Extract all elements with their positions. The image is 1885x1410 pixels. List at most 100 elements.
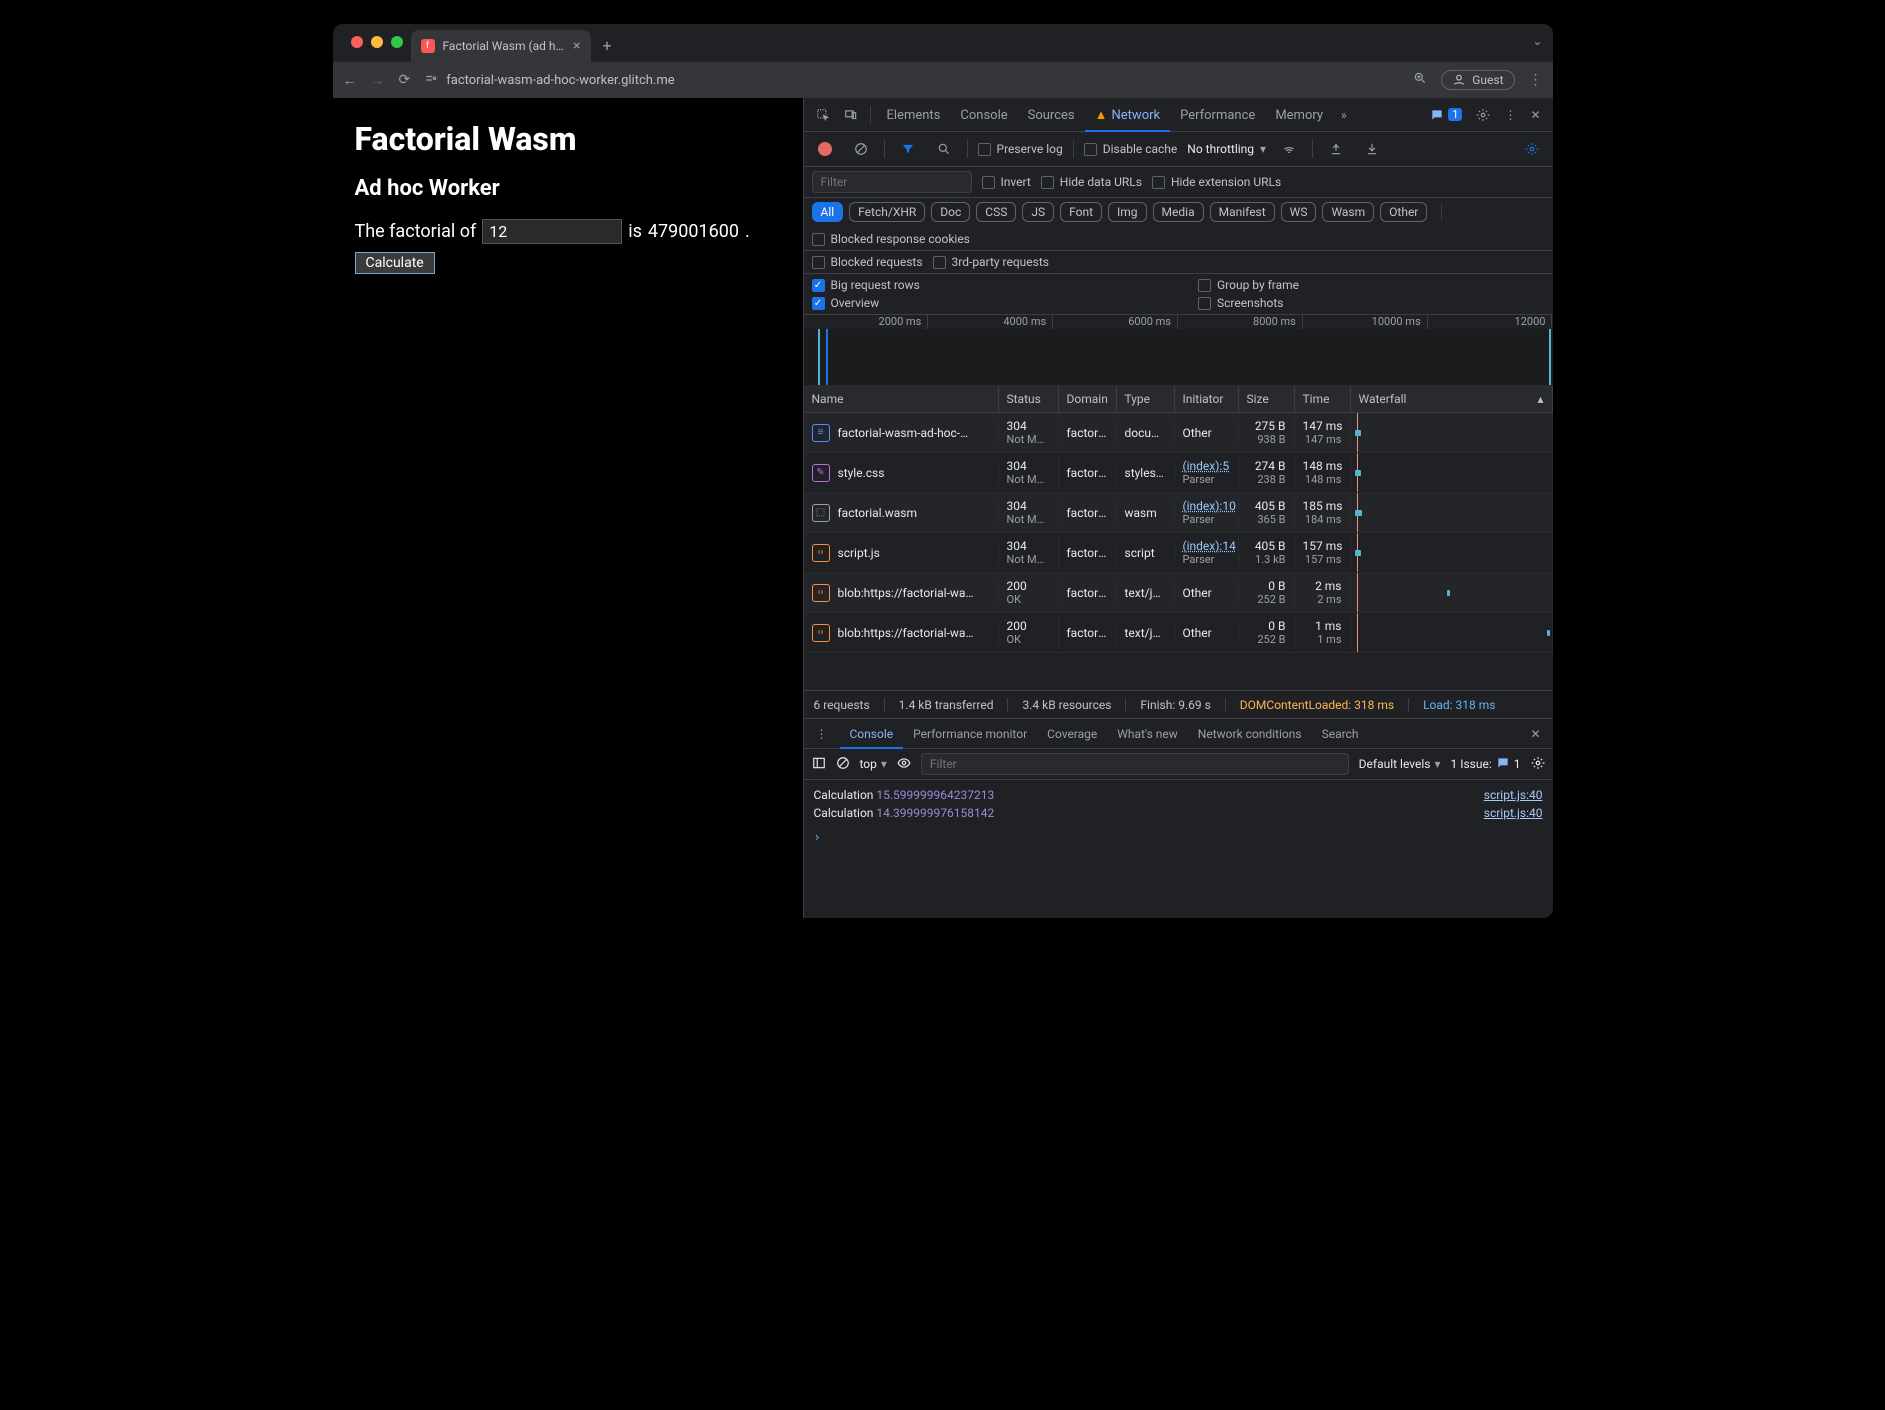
blocked-requests-checkbox[interactable]: Blocked requests	[812, 255, 923, 269]
type-chip-wasm[interactable]: Wasm	[1322, 202, 1374, 222]
type-chip-font[interactable]: Font	[1060, 202, 1102, 222]
close-devtools-icon[interactable]: ✕	[1524, 102, 1546, 128]
console-prompt[interactable]: ›	[804, 828, 1553, 846]
type-chip-manifest[interactable]: Manifest	[1210, 202, 1275, 222]
drawer-menu-icon[interactable]: ⋮	[810, 721, 834, 747]
more-tabs-icon[interactable]: »	[1335, 102, 1353, 128]
issues-link[interactable]: 1 Issue: 1	[1450, 756, 1520, 773]
clear-console-icon[interactable]	[836, 756, 850, 773]
preserve-log-checkbox[interactable]: Preserve log	[978, 142, 1063, 156]
devtools-tab-elements[interactable]: Elements	[877, 101, 951, 130]
browser-tab[interactable]: f Factorial Wasm (ad hoc Work… ×	[411, 30, 591, 62]
overview-checkbox[interactable]: Overview	[812, 296, 1159, 310]
device-toggle-icon[interactable]	[838, 102, 864, 128]
reload-button[interactable]: ⟳	[399, 72, 411, 88]
network-filter-input[interactable]	[812, 171, 972, 193]
settings-icon[interactable]	[1470, 102, 1496, 128]
forward-button[interactable]: →	[371, 72, 385, 89]
profile-button[interactable]: Guest	[1441, 70, 1514, 90]
drawer-tab-performance-monitor[interactable]: Performance monitor	[903, 721, 1037, 747]
table-row[interactable]: ⬚factorial.wasm304Not M…factori…wasm(ind…	[804, 493, 1553, 533]
log-levels-dropdown[interactable]: Default levels▾	[1359, 757, 1441, 771]
back-button[interactable]: ←	[343, 72, 357, 89]
status-domcontentloaded: DOMContentLoaded: 318 ms	[1240, 698, 1409, 712]
third-party-checkbox[interactable]: 3rd-party requests	[933, 255, 1049, 269]
devtools-tab-performance[interactable]: Performance	[1170, 101, 1265, 130]
new-tab-button[interactable]: +	[591, 24, 624, 67]
zoom-icon[interactable]	[1413, 71, 1427, 89]
drawer-tabs: ⋮ ConsolePerformance monitorCoverageWhat…	[804, 719, 1553, 749]
drawer-tab-network-conditions[interactable]: Network conditions	[1188, 721, 1312, 747]
devtools-menu-icon[interactable]: ⋮	[1498, 102, 1522, 128]
hide-data-urls-checkbox[interactable]: Hide data URLs	[1041, 175, 1142, 189]
network-overview[interactable]: 2000 ms4000 ms6000 ms8000 ms10000 ms1200…	[804, 315, 1553, 385]
site-info-icon[interactable]	[424, 73, 438, 87]
network-conditions-icon[interactable]	[1276, 136, 1302, 162]
column-header-status[interactable]: Status	[999, 386, 1059, 412]
group-frame-checkbox[interactable]: Group by frame	[1198, 278, 1545, 292]
network-type-filters-2: Blocked requests 3rd-party requests	[804, 251, 1553, 274]
maximize-window-icon[interactable]	[391, 36, 403, 48]
issues-button[interactable]: 1	[1424, 102, 1468, 128]
hide-extension-urls-checkbox[interactable]: Hide extension URLs	[1152, 175, 1281, 189]
tabs-dropdown-icon[interactable]: ⌄	[1522, 24, 1552, 58]
console-filter-input[interactable]	[921, 753, 1349, 775]
type-chip-fetchxhr[interactable]: Fetch/XHR	[849, 202, 925, 222]
devtools-tab-sources[interactable]: Sources	[1018, 101, 1085, 130]
devtools-tab-network[interactable]: ▲Network	[1085, 101, 1170, 132]
browser-menu-icon[interactable]: ⋮	[1529, 72, 1543, 88]
type-chip-all[interactable]: All	[812, 202, 844, 222]
export-har-icon[interactable]	[1359, 136, 1385, 162]
type-chip-other[interactable]: Other	[1380, 202, 1427, 222]
big-rows-checkbox[interactable]: Big request rows	[812, 278, 1159, 292]
console-settings-icon[interactable]	[1531, 756, 1545, 773]
network-settings-icon[interactable]	[1519, 136, 1545, 162]
factorial-input[interactable]	[482, 219, 622, 244]
clear-button[interactable]	[848, 136, 874, 162]
drawer-tab-console[interactable]: Console	[840, 721, 904, 749]
search-icon[interactable]	[931, 136, 957, 162]
table-row[interactable]: ‹›script.js304Not M…factori…script(index…	[804, 533, 1553, 573]
table-row[interactable]: ‹›blob:https://factorial-wa…200OKfactori…	[804, 573, 1553, 613]
type-chip-img[interactable]: Img	[1108, 202, 1147, 222]
calculate-button[interactable]: Calculate	[355, 252, 435, 274]
type-chip-ws[interactable]: WS	[1281, 202, 1317, 222]
filter-icon[interactable]	[895, 136, 921, 162]
type-chip-media[interactable]: Media	[1153, 202, 1204, 222]
devtools-tab-memory[interactable]: Memory	[1265, 101, 1333, 130]
invert-checkbox[interactable]: Invert	[982, 175, 1031, 189]
address-bar[interactable]: factorial-wasm-ad-hoc-worker.glitch.me	[424, 73, 1399, 88]
table-row[interactable]: ✎style.css304Not M…factori…styles…(index…	[804, 453, 1553, 493]
column-header-domain[interactable]: Domain	[1059, 386, 1117, 412]
drawer-tab-what's-new[interactable]: What's new	[1107, 721, 1188, 747]
table-row[interactable]: ≡factorial-wasm-ad-hoc-…304Not M…factori…	[804, 413, 1553, 453]
live-expression-icon[interactable]	[897, 756, 911, 773]
devtools-tab-console[interactable]: Console	[950, 101, 1017, 130]
screenshots-checkbox[interactable]: Screenshots	[1198, 296, 1545, 310]
disable-cache-checkbox[interactable]: Disable cache	[1084, 142, 1178, 156]
minimize-window-icon[interactable]	[371, 36, 383, 48]
throttling-dropdown[interactable]: No throttling▾	[1187, 142, 1266, 156]
column-header-waterfall[interactable]: Waterfall▴	[1351, 386, 1553, 412]
type-chip-doc[interactable]: Doc	[931, 202, 970, 222]
inspect-icon[interactable]	[810, 102, 836, 128]
drawer-tab-coverage[interactable]: Coverage	[1037, 721, 1107, 747]
close-tab-icon[interactable]: ×	[573, 38, 580, 54]
console-sidebar-icon[interactable]	[812, 756, 826, 773]
record-button[interactable]	[812, 136, 838, 162]
type-chip-css[interactable]: CSS	[976, 202, 1016, 222]
column-header-size[interactable]: Size	[1239, 386, 1295, 412]
import-har-icon[interactable]	[1323, 136, 1349, 162]
column-header-type[interactable]: Type	[1117, 386, 1175, 412]
favicon-icon: f	[421, 39, 435, 53]
column-header-time[interactable]: Time	[1295, 386, 1351, 412]
type-chip-js[interactable]: JS	[1022, 202, 1054, 222]
close-window-icon[interactable]	[351, 36, 363, 48]
table-row[interactable]: ‹›blob:https://factorial-wa…200OKfactori…	[804, 613, 1553, 653]
drawer-tab-search[interactable]: Search	[1312, 721, 1369, 747]
column-header-name[interactable]: Name	[804, 386, 999, 412]
column-header-initiator[interactable]: Initiator	[1175, 386, 1239, 412]
blocked-cookies-checkbox[interactable]: Blocked response cookies	[812, 232, 970, 246]
close-drawer-icon[interactable]: ✕	[1524, 721, 1546, 747]
context-dropdown[interactable]: top▾	[860, 757, 887, 771]
